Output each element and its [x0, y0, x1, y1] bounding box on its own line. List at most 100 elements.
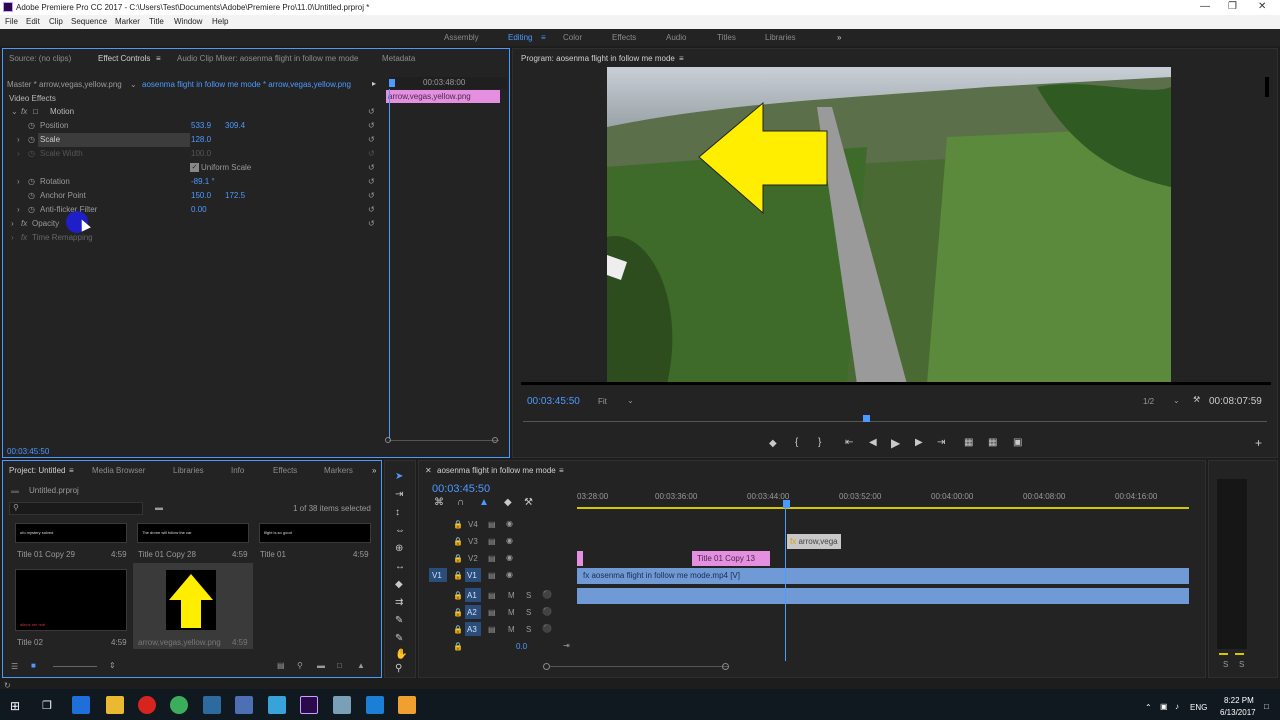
- workspace-menu-icon[interactable]: ≡: [541, 33, 546, 42]
- time-remapping-row[interactable]: › fx Time Remapping: [3, 231, 383, 245]
- find-icon[interactable]: ⚲: [297, 661, 303, 670]
- mark-out-icon[interactable]: }: [818, 437, 821, 448]
- item-name[interactable]: Title 01 Copy 28: [138, 550, 196, 559]
- mark-in-icon[interactable]: {: [795, 437, 798, 448]
- razor-tool-icon[interactable]: ◆: [395, 579, 403, 590]
- menu-help[interactable]: Help: [212, 17, 228, 26]
- export-frame-icon[interactable]: ▣: [1013, 437, 1022, 448]
- anchor-x-value[interactable]: 150.0: [191, 191, 211, 200]
- lock-icon[interactable]: 🔒: [453, 571, 463, 580]
- time-ruler[interactable]: 03:28:00 00:03:36:00 00:03:44:00 00:03:5…: [577, 485, 1191, 511]
- resolution-dropdown[interactable]: 1/2: [1143, 397, 1154, 406]
- stopwatch-icon[interactable]: ◷: [28, 121, 35, 130]
- clip-title-prev[interactable]: [577, 551, 583, 566]
- thumbnail-title-01[interactable]: flight is so good: [259, 523, 371, 543]
- automate-icon[interactable]: ▤: [277, 661, 285, 670]
- extract-icon[interactable]: ▦: [988, 437, 997, 448]
- workspace-assembly[interactable]: Assembly: [444, 33, 479, 42]
- menu-edit[interactable]: Edit: [26, 17, 40, 26]
- tab-source[interactable]: Source: (no clips): [9, 54, 71, 63]
- step-forward-icon[interactable]: ▶: [915, 437, 923, 448]
- edge-icon[interactable]: [72, 696, 90, 714]
- thumbnail-title-01-copy-28[interactable]: The drone will follow the car: [137, 523, 249, 543]
- lock-icon[interactable]: 🔒: [453, 608, 463, 617]
- sync-lock-icon[interactable]: ▤: [488, 520, 496, 529]
- zoom-slider[interactable]: [53, 666, 97, 667]
- stopwatch-icon[interactable]: ◷: [28, 135, 35, 144]
- resolution-dropdown-icon[interactable]: ⌄: [1173, 396, 1180, 405]
- add-button-icon[interactable]: +: [1255, 436, 1262, 450]
- track-label[interactable]: V1: [465, 568, 481, 582]
- clip-audio-a1[interactable]: [577, 588, 1189, 604]
- stopwatch-icon[interactable]: ◷: [28, 177, 35, 186]
- mini-playhead[interactable]: [389, 79, 395, 87]
- timeline-h-scrollbar[interactable]: [549, 666, 729, 667]
- close-sequence-icon[interactable]: ✕: [425, 466, 432, 475]
- scroll-handle-right[interactable]: [492, 437, 498, 443]
- add-marker-icon[interactable]: ▲: [479, 497, 489, 508]
- tab-audio-clip-mixer[interactable]: Audio Clip Mixer: aosenma flight in foll…: [177, 54, 358, 63]
- clock-date[interactable]: 6/13/2017: [1220, 708, 1256, 717]
- workspace-titles[interactable]: Titles: [717, 33, 736, 42]
- lift-icon[interactable]: ▦: [964, 437, 973, 448]
- app-icon[interactable]: [333, 696, 351, 714]
- eye-icon[interactable]: ◉: [506, 570, 513, 579]
- slip-tool-icon[interactable]: ↔: [395, 561, 405, 572]
- work-area-bar[interactable]: [577, 507, 1189, 509]
- project-search-input[interactable]: ⚲: [9, 502, 143, 515]
- start-icon[interactable]: ⊞: [10, 699, 20, 713]
- lock-icon[interactable]: 🔒: [453, 554, 463, 563]
- thumbnail-title-01-copy-29[interactable]: ufo mystery solved: [15, 523, 127, 543]
- clip-arrow-png[interactable]: fx arrow,vega: [787, 534, 841, 549]
- premiere-taskbar-icon[interactable]: [300, 696, 318, 714]
- program-playhead[interactable]: [863, 415, 870, 422]
- add-marker-icon[interactable]: ◆: [769, 438, 777, 449]
- program-title[interactable]: Program: aosenma flight in follow me mod…: [521, 54, 675, 63]
- lock-icon[interactable]: 🔒: [453, 520, 463, 529]
- reset-icon[interactable]: ↺: [368, 149, 375, 158]
- menu-marker[interactable]: Marker: [115, 17, 140, 26]
- uniform-scale-checkbox[interactable]: ✓: [190, 163, 199, 172]
- tab-info[interactable]: Info: [231, 466, 244, 475]
- rate-stretch-tool-icon[interactable]: ⊕: [395, 543, 403, 554]
- opacity-row[interactable]: › fx Opacity ↺: [3, 217, 383, 231]
- play-clip-icon[interactable]: ▸: [372, 79, 376, 88]
- expand-icon[interactable]: ›: [17, 177, 20, 186]
- zoom-tool-icon[interactable]: ⚲: [395, 663, 402, 674]
- dropdown-icon[interactable]: ⌄: [130, 80, 137, 89]
- program-scrubber[interactable]: [523, 421, 1267, 422]
- thumbnail-arrow-png[interactable]: [165, 569, 217, 631]
- new-bin-icon[interactable]: ▬: [317, 661, 325, 670]
- reset-icon[interactable]: ↺: [368, 205, 375, 214]
- sequence-clip-label[interactable]: aosenma flight in follow me mode * arrow…: [142, 80, 351, 89]
- play-icon[interactable]: ▶: [891, 436, 900, 450]
- panel-menu-icon[interactable]: ≡: [559, 466, 564, 475]
- scale-value[interactable]: 128.0: [191, 135, 211, 144]
- scroll-handle-left[interactable]: [543, 663, 550, 670]
- icon-view-icon[interactable]: ■: [31, 661, 36, 670]
- pen-tool-icon[interactable]: ✎: [395, 633, 403, 644]
- tab-metadata[interactable]: Metadata: [382, 54, 415, 63]
- paint-icon[interactable]: [268, 696, 286, 714]
- ec-timecode[interactable]: 00:03:45:50: [7, 447, 49, 456]
- list-view-icon[interactable]: ☰: [11, 662, 18, 671]
- go-to-out-icon[interactable]: ⇥: [937, 437, 945, 448]
- ripple-edit-tool-icon[interactable]: ↕: [395, 507, 400, 518]
- track-select-tool-icon[interactable]: ⇥: [395, 489, 403, 500]
- network-icon[interactable]: ▣: [1160, 702, 1168, 711]
- lock-icon[interactable]: 🔒: [453, 537, 463, 546]
- tab-libraries[interactable]: Libraries: [173, 466, 204, 475]
- close-icon[interactable]: ✕: [1258, 1, 1266, 12]
- tab-project[interactable]: Project: Untitled: [9, 466, 65, 475]
- clip-title-01-copy-13[interactable]: Title 01 Copy 13: [692, 551, 770, 566]
- lock-icon[interactable]: 🔒: [453, 591, 463, 600]
- microphone-icon[interactable]: ⚫: [542, 590, 552, 599]
- task-view-icon[interactable]: ❐: [42, 699, 52, 712]
- sync-lock-icon[interactable]: ▤: [488, 608, 496, 617]
- stopwatch-icon[interactable]: ◷: [28, 205, 35, 214]
- mini-clip-bar[interactable]: arrow,vegas,yellow.png: [386, 90, 500, 103]
- expand-icon[interactable]: ›: [17, 135, 20, 144]
- clip-video-main[interactable]: fx aosenma flight in follow me mode.mp4 …: [577, 568, 1189, 584]
- reset-icon[interactable]: ↺: [368, 191, 375, 200]
- eye-icon[interactable]: ◉: [506, 553, 513, 562]
